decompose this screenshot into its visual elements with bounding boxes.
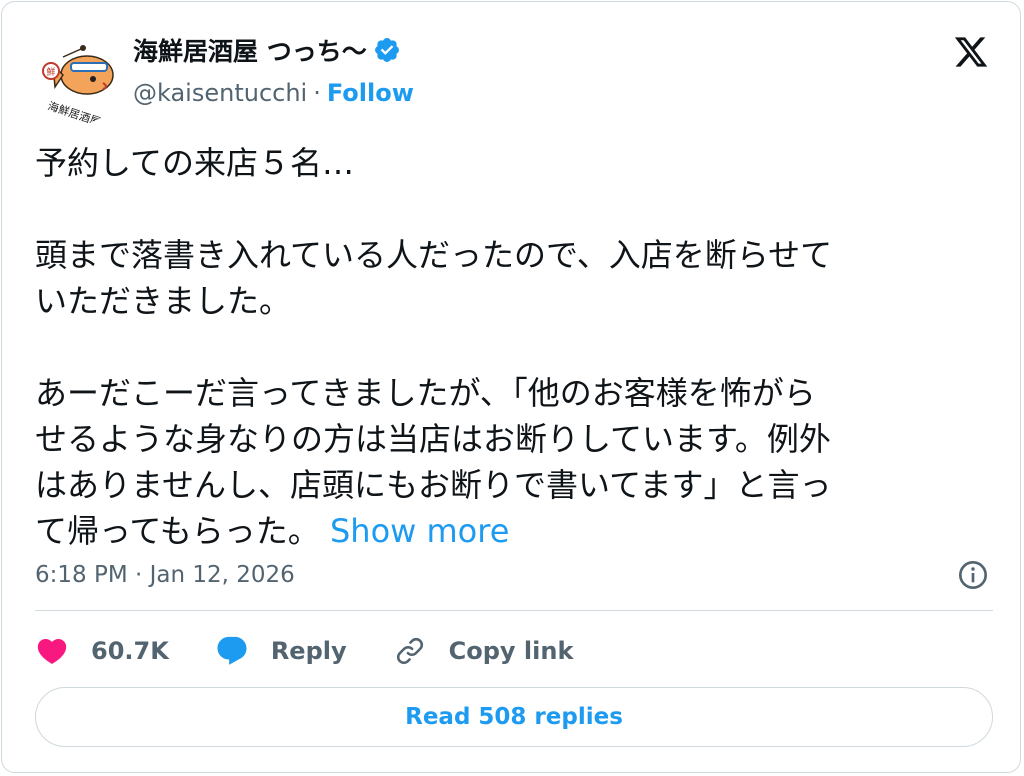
link-icon (396, 637, 423, 665)
like-count: 60.7K (91, 637, 169, 665)
reply-label: Reply (270, 637, 347, 665)
heart-icon (37, 638, 67, 664)
svg-text:鮮: 鮮 (46, 66, 55, 78)
avatar[interactable]: 鮮 海鮮居酒屋 つっち〜 (29, 31, 123, 125)
x-logo-icon[interactable] (952, 34, 990, 70)
display-name[interactable]: 海鮮居酒屋 つっち〜 (133, 32, 367, 68)
reply-button[interactable]: Reply (215, 634, 347, 668)
verified-badge-icon (374, 38, 399, 62)
separator: · (313, 79, 321, 107)
tweet-card: 鮮 海鮮居酒屋 つっち〜 海鮮居酒屋 つっち〜 @kaisentucchi · … (1, 1, 1021, 773)
show-more-link[interactable]: Show more (330, 512, 509, 550)
timestamp[interactable]: 6:18 PM · Jan 12, 2026 (35, 558, 295, 592)
action-bar: 60.7K Reply Copy link (35, 630, 619, 672)
divider (35, 610, 993, 611)
reply-bubble-icon (217, 636, 247, 665)
like-button[interactable]: 60.7K (35, 634, 169, 668)
handle-row: @kaisentucchi · Follow (133, 76, 414, 110)
copy-link-button[interactable]: Copy link (393, 634, 574, 668)
read-replies-button[interactable]: Read 508 replies (35, 687, 993, 747)
follow-button[interactable]: Follow (327, 79, 414, 107)
name-row: 海鮮居酒屋 つっち〜 (133, 32, 401, 68)
info-icon[interactable] (957, 559, 989, 591)
tweet-body: 予約しての来店５名… 頭まで落書き入れている人だったので、入店を断らせて いただ… (35, 144, 833, 550)
tweet-text: 予約しての来店５名… 頭まで落書き入れている人だったので、入店を断らせて いただ… (35, 140, 985, 554)
copy-link-label: Copy link (448, 637, 574, 665)
handle[interactable]: @kaisentucchi (133, 79, 307, 107)
avatar-image: 鮮 海鮮居酒屋 つっち〜 (29, 31, 123, 125)
